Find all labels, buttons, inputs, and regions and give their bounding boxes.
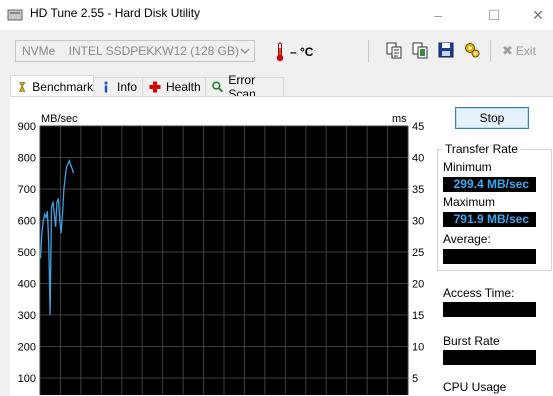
toolbar-divider: [368, 40, 369, 62]
access-time-label: Access Time:: [443, 286, 515, 300]
tab-info[interactable]: Info: [93, 77, 143, 96]
average-value: [443, 249, 536, 264]
tab-benchmark-label: Benchmark: [32, 79, 93, 94]
minimum-value: 299.4 MB/sec: [443, 177, 536, 192]
thermometer-icon: [276, 42, 284, 62]
maximize-button[interactable]: ☐: [471, 0, 517, 30]
minimum-value-text: 299.4 MB/sec: [453, 177, 529, 191]
tab-health[interactable]: Health: [142, 77, 206, 96]
access-time-value: [443, 302, 536, 317]
close-icon: ✕: [532, 6, 544, 23]
tab-info-label: Info: [117, 80, 138, 94]
drive-select[interactable]: NVMe INTEL SSDPEKKW12 (128 GB): [15, 40, 255, 62]
app-icon: [7, 9, 23, 21]
maximum-value: 791.9 MB/sec: [443, 212, 536, 227]
tab-benchmark[interactable]: Benchmark: [10, 75, 94, 97]
maximum-label: Maximum: [443, 195, 496, 209]
cpu-usage-label: CPU Usage: [443, 380, 507, 394]
maximize-icon: ☐: [487, 6, 501, 23]
average-label: Average:: [443, 232, 491, 246]
maximum-value-text: 791.9 MB/sec: [453, 212, 529, 226]
title-bar: HD Tune 2.55 - Hard Disk Utility – ☐ ✕: [0, 0, 553, 30]
close-button[interactable]: ✕: [515, 0, 553, 30]
window-title: HD Tune 2.55 - Hard Disk Utility: [30, 6, 201, 20]
tab-health-label: Health: [166, 80, 201, 94]
temperature-readout: – °C: [290, 45, 314, 59]
toolbar-divider-2: [490, 40, 491, 62]
exit-label: Exit: [515, 44, 536, 58]
save-icon[interactable]: [437, 41, 455, 59]
exit-button[interactable]: ✖ Exit: [502, 43, 536, 59]
toolbar: NVMe INTEL SSDPEKKW12 (128 GB) – °C ✖ Exi…: [0, 30, 553, 70]
transfer-rate-title: Transfer Rate: [443, 142, 520, 156]
options-icon[interactable]: [463, 41, 481, 59]
burst-rate-label: Burst Rate: [443, 334, 500, 348]
chevron-down-icon: [236, 41, 254, 61]
tab-error-scan[interactable]: Error Scan: [205, 73, 284, 101]
minimize-button[interactable]: –: [415, 0, 461, 30]
minimize-icon: –: [434, 7, 442, 23]
magnifier-icon: [212, 81, 224, 93]
minimum-label: Minimum: [443, 160, 492, 174]
benchmark-icon: [18, 81, 26, 92]
drive-select-value: NVMe INTEL SSDPEKKW12 (128 GB): [22, 44, 239, 58]
health-cross-icon: [149, 81, 161, 93]
stop-button[interactable]: Stop: [455, 107, 529, 129]
exit-icon: ✖: [502, 43, 513, 58]
burst-rate-value: [443, 350, 536, 365]
copy-text-icon[interactable]: [385, 41, 403, 59]
info-icon: [104, 81, 108, 93]
copy-screenshot-icon[interactable]: [411, 41, 429, 59]
